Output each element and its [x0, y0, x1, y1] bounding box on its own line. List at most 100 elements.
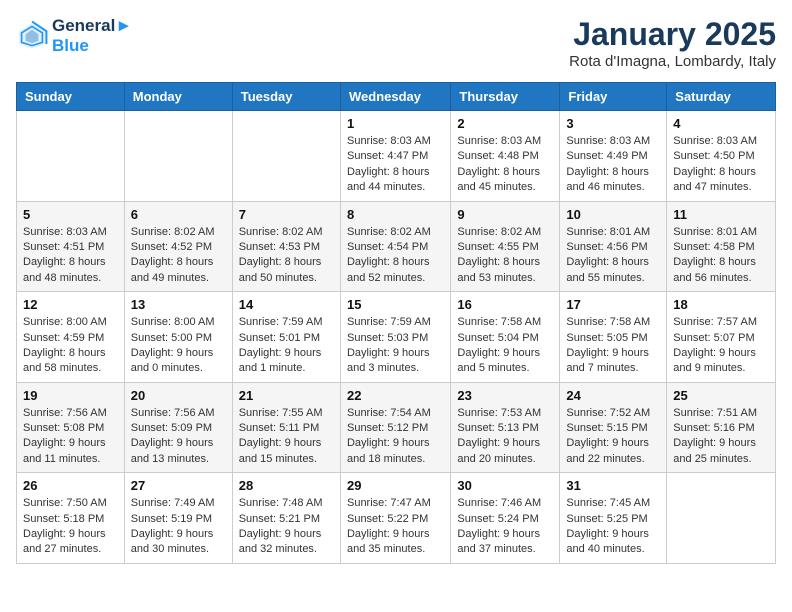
day-number: 20	[131, 388, 226, 403]
calendar-cell: 7Sunrise: 8:02 AM Sunset: 4:53 PM Daylig…	[232, 201, 340, 292]
calendar-table: SundayMondayTuesdayWednesdayThursdayFrid…	[16, 82, 776, 564]
calendar-cell: 3Sunrise: 8:03 AM Sunset: 4:49 PM Daylig…	[560, 111, 667, 202]
location-subtitle: Rota d'Imagna, Lombardy, Italy	[569, 53, 776, 70]
day-info: Sunrise: 8:02 AM Sunset: 4:55 PM Dayligh…	[457, 225, 553, 287]
calendar-week-row: 26Sunrise: 7:50 AM Sunset: 5:18 PM Dayli…	[17, 473, 776, 564]
calendar-cell: 22 Sunrise: 7:54 AM Sunset: 5:12 PM Dayli…	[340, 382, 450, 473]
day-info: Sunrise: 8:01 AM Sunset: 4:56 PM Dayligh…	[566, 225, 660, 287]
day-info: Sunrise: 7:55 AM Sunset: 5:11 PM Dayligh…	[239, 406, 334, 468]
day-info: Sunrise: 8:00 AM Sunset: 5:00 PM Dayligh…	[131, 315, 226, 377]
day-info: Sunrise: 8:02 AM Sunset: 4:54 PM Dayligh…	[347, 225, 444, 287]
day-number: 22	[347, 388, 444, 403]
day-number: 19	[23, 388, 118, 403]
day-info: Sunrise: 8:03 AM Sunset: 4:50 PM Dayligh…	[673, 134, 769, 196]
day-number: 7	[239, 207, 334, 222]
day-info: Sunrise: 8:00 AM Sunset: 4:59 PM Dayligh…	[23, 315, 118, 377]
day-info: Sunrise: 7:56 AM Sunset: 5:09 PM Dayligh…	[131, 406, 226, 468]
day-number: 6	[131, 207, 226, 222]
day-number: 17	[566, 297, 660, 312]
calendar-cell	[17, 111, 125, 202]
calendar-cell: 31 Sunrise: 7:45 AM Sunset: 5:25 PM Dayli…	[560, 473, 667, 564]
day-number: 24	[566, 388, 660, 403]
weekday-header-cell: Wednesday	[340, 83, 450, 111]
day-info: Sunrise: 7:46 AM Sunset: 5:24 PM Dayligh…	[457, 496, 553, 558]
calendar-cell: 26Sunrise: 7:50 AM Sunset: 5:18 PM Dayli…	[17, 473, 125, 564]
calendar-cell: 20 Sunrise: 7:56 AM Sunset: 5:09 PM Dayli…	[124, 382, 232, 473]
title-block: January 2025 Rota d'Imagna, Lombardy, It…	[569, 16, 776, 70]
calendar-cell: 17 Sunrise: 7:58 AM Sunset: 5:05 PM Dayli…	[560, 292, 667, 383]
calendar-week-row: 12 Sunrise: 8:00 AM Sunset: 4:59 PM Dayli…	[17, 292, 776, 383]
weekday-header-cell: Friday	[560, 83, 667, 111]
day-info: Sunrise: 8:03 AM Sunset: 4:47 PM Dayligh…	[347, 134, 444, 196]
weekday-header-cell: Monday	[124, 83, 232, 111]
day-info: Sunrise: 7:57 AM Sunset: 5:07 PM Dayligh…	[673, 315, 769, 377]
calendar-body: 1 Sunrise: 8:03 AM Sunset: 4:47 PM Daylig…	[17, 111, 776, 564]
day-number: 4	[673, 116, 769, 131]
day-info: Sunrise: 8:03 AM Sunset: 4:48 PM Dayligh…	[457, 134, 553, 196]
calendar-cell: 2 Sunrise: 8:03 AM Sunset: 4:48 PM Daylig…	[451, 111, 560, 202]
calendar-cell: 23Sunrise: 7:53 AM Sunset: 5:13 PM Dayli…	[451, 382, 560, 473]
calendar-cell: 29 Sunrise: 7:47 AM Sunset: 5:22 PM Dayli…	[340, 473, 450, 564]
day-number: 11	[673, 207, 769, 222]
day-number: 25	[673, 388, 769, 403]
day-number: 18	[673, 297, 769, 312]
day-number: 28	[239, 478, 334, 493]
weekday-header-cell: Tuesday	[232, 83, 340, 111]
calendar-cell: 18 Sunrise: 7:57 AM Sunset: 5:07 PM Dayli…	[667, 292, 776, 383]
day-info: Sunrise: 7:49 AM Sunset: 5:19 PM Dayligh…	[131, 496, 226, 558]
day-number: 21	[239, 388, 334, 403]
calendar-cell	[232, 111, 340, 202]
day-info: Sunrise: 7:45 AM Sunset: 5:25 PM Dayligh…	[566, 496, 660, 558]
weekday-header-row: SundayMondayTuesdayWednesdayThursdayFrid…	[17, 83, 776, 111]
day-number: 12	[23, 297, 118, 312]
day-info: Sunrise: 7:56 AM Sunset: 5:08 PM Dayligh…	[23, 406, 118, 468]
day-number: 15	[347, 297, 444, 312]
logo-icon	[16, 20, 48, 52]
day-info: Sunrise: 7:59 AM Sunset: 5:03 PM Dayligh…	[347, 315, 444, 377]
month-year-title: January 2025	[569, 16, 776, 53]
day-info: Sunrise: 7:54 AM Sunset: 5:12 PM Dayligh…	[347, 406, 444, 468]
day-number: 1	[347, 116, 444, 131]
day-number: 9	[457, 207, 553, 222]
calendar-cell: 21 Sunrise: 7:55 AM Sunset: 5:11 PM Dayli…	[232, 382, 340, 473]
day-number: 29	[347, 478, 444, 493]
calendar-cell: 10Sunrise: 8:01 AM Sunset: 4:56 PM Dayli…	[560, 201, 667, 292]
day-info: Sunrise: 7:59 AM Sunset: 5:01 PM Dayligh…	[239, 315, 334, 377]
weekday-header-cell: Saturday	[667, 83, 776, 111]
day-info: Sunrise: 7:48 AM Sunset: 5:21 PM Dayligh…	[239, 496, 334, 558]
day-number: 16	[457, 297, 553, 312]
page-header: General► Blue January 2025 Rota d'Imagna…	[16, 16, 776, 70]
calendar-week-row: 1 Sunrise: 8:03 AM Sunset: 4:47 PM Daylig…	[17, 111, 776, 202]
day-info: Sunrise: 8:03 AM Sunset: 4:49 PM Dayligh…	[566, 134, 660, 196]
day-info: Sunrise: 7:50 AM Sunset: 5:18 PM Dayligh…	[23, 496, 118, 558]
day-number: 2	[457, 116, 553, 131]
day-info: Sunrise: 7:58 AM Sunset: 5:05 PM Dayligh…	[566, 315, 660, 377]
day-number: 31	[566, 478, 660, 493]
calendar-cell	[667, 473, 776, 564]
calendar-cell	[124, 111, 232, 202]
day-info: Sunrise: 7:47 AM Sunset: 5:22 PM Dayligh…	[347, 496, 444, 558]
calendar-cell: 4 Sunrise: 8:03 AM Sunset: 4:50 PM Daylig…	[667, 111, 776, 202]
day-info: Sunrise: 7:51 AM Sunset: 5:16 PM Dayligh…	[673, 406, 769, 468]
weekday-header-cell: Thursday	[451, 83, 560, 111]
calendar-cell: 8Sunrise: 8:02 AM Sunset: 4:54 PM Daylig…	[340, 201, 450, 292]
calendar-cell: 27 Sunrise: 7:49 AM Sunset: 5:19 PM Dayli…	[124, 473, 232, 564]
day-info: Sunrise: 8:01 AM Sunset: 4:58 PM Dayligh…	[673, 225, 769, 287]
calendar-cell: 14 Sunrise: 7:59 AM Sunset: 5:01 PM Dayli…	[232, 292, 340, 383]
weekday-header-cell: Sunday	[17, 83, 125, 111]
calendar-cell: 5Sunrise: 8:03 AM Sunset: 4:51 PM Daylig…	[17, 201, 125, 292]
calendar-cell: 25 Sunrise: 7:51 AM Sunset: 5:16 PM Dayli…	[667, 382, 776, 473]
day-info: Sunrise: 7:53 AM Sunset: 5:13 PM Dayligh…	[457, 406, 553, 468]
calendar-cell: 30Sunrise: 7:46 AM Sunset: 5:24 PM Dayli…	[451, 473, 560, 564]
day-info: Sunrise: 8:03 AM Sunset: 4:51 PM Dayligh…	[23, 225, 118, 287]
calendar-cell: 1 Sunrise: 8:03 AM Sunset: 4:47 PM Daylig…	[340, 111, 450, 202]
logo-text: General► Blue	[52, 16, 132, 56]
calendar-cell: 13 Sunrise: 8:00 AM Sunset: 5:00 PM Dayli…	[124, 292, 232, 383]
calendar-cell: 24Sunrise: 7:52 AM Sunset: 5:15 PM Dayli…	[560, 382, 667, 473]
day-number: 14	[239, 297, 334, 312]
day-number: 13	[131, 297, 226, 312]
calendar-cell: 12 Sunrise: 8:00 AM Sunset: 4:59 PM Dayli…	[17, 292, 125, 383]
calendar-cell: 28 Sunrise: 7:48 AM Sunset: 5:21 PM Dayli…	[232, 473, 340, 564]
day-number: 27	[131, 478, 226, 493]
calendar-cell: 19 Sunrise: 7:56 AM Sunset: 5:08 PM Dayli…	[17, 382, 125, 473]
